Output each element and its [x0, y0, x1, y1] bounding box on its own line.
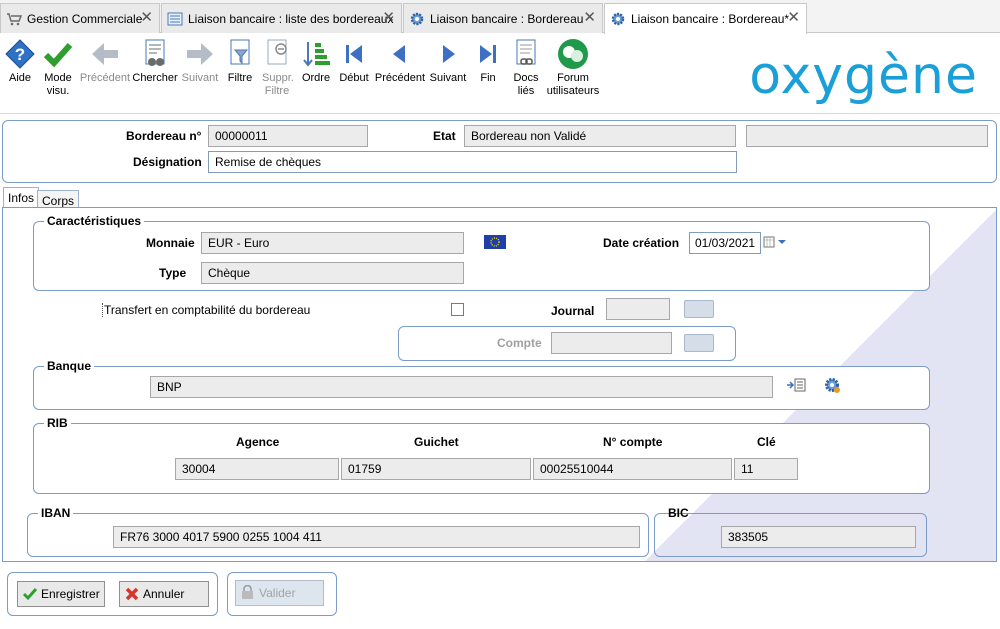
journal-field[interactable] — [606, 298, 670, 320]
tab-gestion-commerciale[interactable]: Gestion Commerciale ✕ — [0, 3, 160, 33]
close-icon[interactable]: ✕ — [382, 10, 395, 25]
designation-field[interactable]: Remise de chèques — [208, 151, 737, 173]
eu-flag-icon — [484, 235, 506, 249]
agence-label: Agence — [236, 435, 280, 449]
tab-bordereau[interactable]: Liaison bancaire : Bordereau ✕ — [403, 3, 603, 33]
monnaie-label: Monnaie — [146, 236, 195, 250]
bordereau-number-label: Bordereau n° — [126, 129, 202, 143]
save-button[interactable]: Enregistrer — [17, 581, 105, 607]
caracteristiques-group — [33, 221, 930, 291]
close-icon[interactable]: ✕ — [583, 10, 596, 25]
tab-label: Gestion Commerciale — [27, 11, 143, 26]
previous-icon — [393, 45, 405, 63]
previous-record-button[interactable]: Précédent — [78, 38, 132, 85]
insert-list-icon[interactable] — [786, 377, 806, 393]
checkmark-icon — [43, 43, 73, 68]
linked-docs-button[interactable]: Docs liés — [508, 38, 544, 98]
gear-icon[interactable] — [823, 376, 841, 394]
date-creation-label: Date création — [603, 236, 680, 250]
search-button[interactable]: Chercher — [132, 38, 178, 85]
bordereau-number-field[interactable]: 00000011 — [208, 125, 368, 147]
oxygene-logo: oxygène — [749, 46, 978, 106]
search-icon — [145, 39, 165, 66]
guichet-label: Guichet — [414, 435, 459, 449]
first-icon — [346, 45, 362, 63]
mode-visu-button[interactable]: Mode visu. — [40, 38, 76, 98]
list-icon — [167, 12, 183, 25]
etat-extra-field[interactable] — [746, 125, 988, 147]
remove-filter-button[interactable]: Suppr. Filtre — [258, 38, 296, 98]
compte-lookup-button[interactable] — [684, 334, 714, 352]
monnaie-field[interactable]: EUR - Euro — [201, 232, 464, 254]
sort-order-button[interactable]: Ordre — [298, 38, 334, 85]
numero-compte-field[interactable]: 00025510044 — [533, 458, 732, 480]
checkmark-icon — [22, 588, 38, 601]
arrow-left-icon — [92, 43, 118, 65]
type-label: Type — [159, 266, 187, 280]
svg-text:?: ? — [15, 45, 25, 64]
type-field[interactable]: Chèque — [201, 262, 464, 284]
transfert-checkbox[interactable] — [451, 303, 464, 316]
previous-button[interactable]: Précédent — [374, 38, 426, 85]
banque-title: Banque — [44, 359, 95, 373]
next-record-button[interactable]: Suivant — [178, 38, 222, 85]
tab-label: Liaison bancaire : liste des bordereaux — [188, 11, 394, 26]
cart-icon — [7, 12, 22, 25]
lock-icon — [242, 585, 253, 599]
tab-label: Liaison bancaire : Bordereau* — [631, 12, 790, 26]
linked-docs-icon — [516, 39, 536, 65]
arrow-right-icon — [187, 43, 213, 65]
rib-title: RIB — [44, 416, 71, 430]
caracteristiques-title: Caractéristiques — [44, 214, 145, 228]
help-button[interactable]: ? Aide — [2, 38, 38, 85]
forum-icon — [558, 39, 588, 69]
filter-button[interactable]: Filtre — [222, 38, 258, 85]
guichet-field[interactable]: 01759 — [341, 458, 531, 480]
filter-icon — [230, 39, 250, 65]
tab-bar: Gestion Commerciale ✕ Liaison bancaire :… — [0, 0, 1000, 34]
date-creation-field[interactable]: 01/03/2021 — [689, 232, 761, 254]
validate-button[interactable]: Valider — [235, 580, 324, 606]
help-icon: ? — [5, 39, 35, 69]
iban-field[interactable]: FR76 3000 4017 5900 0255 1004 411 — [113, 526, 640, 548]
next-icon — [443, 45, 455, 63]
gear-icon — [611, 12, 625, 26]
cancel-icon — [125, 587, 139, 601]
remove-filter-icon — [267, 39, 287, 65]
numero-compte-label: N° compte — [603, 435, 663, 449]
cle-field[interactable]: 11 — [734, 458, 798, 480]
bic-field[interactable]: 383505 — [721, 526, 916, 548]
agence-field[interactable]: 30004 — [175, 458, 339, 480]
close-icon[interactable]: ✕ — [140, 10, 153, 25]
etat-label: Etat — [433, 129, 456, 143]
cle-label: Clé — [757, 435, 776, 449]
journal-lookup-button[interactable] — [684, 300, 714, 318]
iban-title: IBAN — [38, 506, 74, 520]
compte-field[interactable] — [551, 332, 672, 354]
tab-bordereau-active[interactable]: Liaison bancaire : Bordereau* ✕ — [604, 3, 807, 34]
tab-label: Liaison bancaire : Bordereau — [430, 11, 584, 26]
sort-icon — [303, 42, 330, 67]
compte-label: Compte — [497, 336, 542, 350]
tab-infos[interactable]: Infos — [3, 187, 40, 207]
designation-label: Désignation — [133, 155, 202, 169]
close-icon[interactable]: ✕ — [787, 10, 800, 25]
etat-field[interactable]: Bordereau non Validé — [464, 125, 736, 147]
toolbar: ? Aide Mode visu. Précédent Chercher Sui… — [0, 34, 1000, 114]
bic-title: BIC — [668, 506, 689, 520]
first-record-button[interactable]: Début — [336, 38, 372, 85]
journal-label: Journal — [551, 304, 595, 318]
last-icon — [480, 45, 496, 63]
gear-icon — [410, 12, 424, 25]
next-button[interactable]: Suivant — [428, 38, 468, 85]
cancel-button[interactable]: Annuler — [119, 581, 209, 607]
user-forum-button[interactable]: Forum utilisateurs — [546, 38, 600, 98]
tab-liste-bordereaux[interactable]: Liaison bancaire : liste des bordereaux … — [161, 3, 402, 33]
last-record-button[interactable]: Fin — [470, 38, 506, 85]
calendar-dropdown-icon[interactable] — [763, 236, 787, 248]
banque-field[interactable]: BNP — [150, 376, 773, 398]
transfert-label: Transfert en comptabilité du bordereau — [102, 303, 311, 317]
tab-corps[interactable]: Corps — [37, 190, 80, 208]
